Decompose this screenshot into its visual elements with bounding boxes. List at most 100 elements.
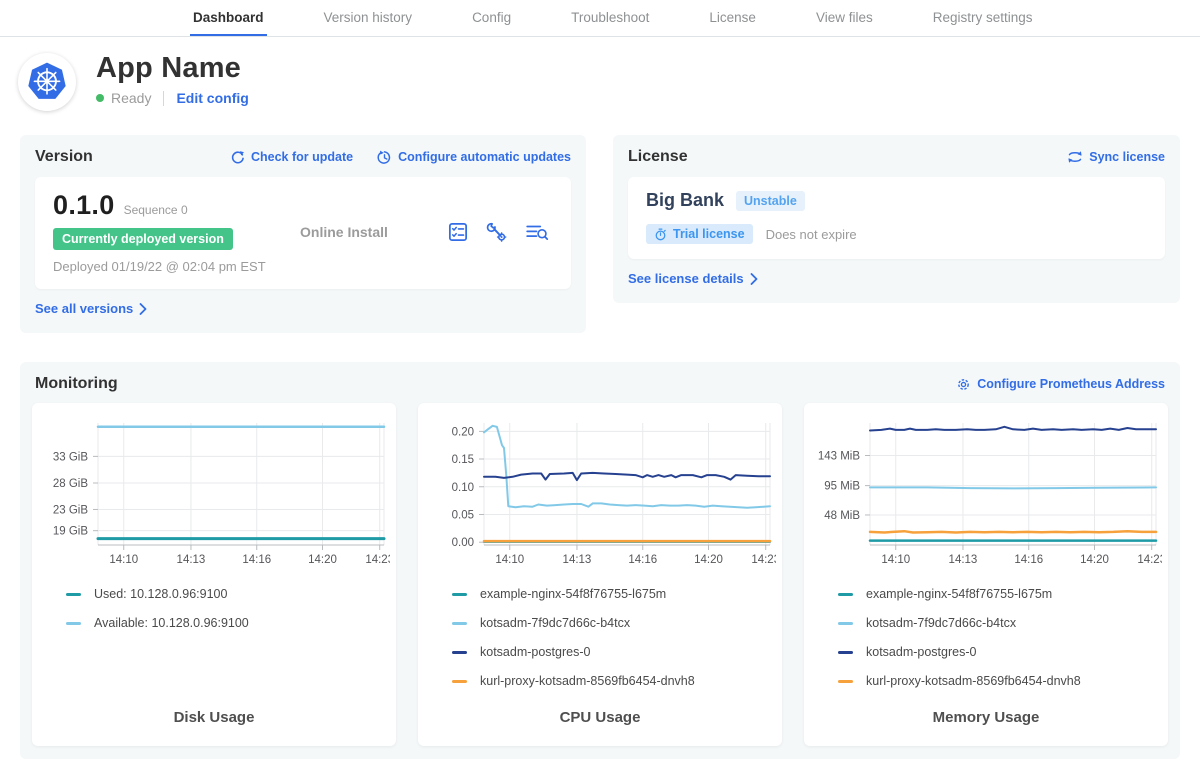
- divider: [163, 91, 164, 106]
- charts-row: 14:1014:1314:1614:2014:2319 GiB23 GiB28 …: [27, 403, 1173, 746]
- channel-badge: Unstable: [736, 191, 805, 211]
- chevron-right-icon: [750, 273, 758, 285]
- deployed-timestamp: Deployed 01/19/22 @ 02:04 pm EST: [53, 259, 288, 274]
- chart-card-disk-usage: 14:1014:1314:1614:2014:2319 GiB23 GiB28 …: [32, 403, 396, 746]
- chart-card-cpu-usage: 14:1014:1314:1614:2014:230.000.050.100.1…: [418, 403, 782, 746]
- legend-label: kurl-proxy-kotsadm-8569fb6454-dnvh8: [480, 674, 695, 688]
- sync-arrows-icon: [1067, 150, 1083, 164]
- series-line-kotsadm-postgres-0: [870, 427, 1156, 431]
- view-logs-icon[interactable]: [525, 221, 549, 243]
- check-for-update-link[interactable]: Check for update: [230, 150, 353, 165]
- tab-view-files[interactable]: View files: [813, 0, 876, 36]
- preflight-checks-icon[interactable]: [447, 221, 469, 243]
- legend-swatch: [452, 651, 467, 654]
- chart-title-cpu-usage: CPU Usage: [424, 691, 776, 734]
- svg-text:14:10: 14:10: [881, 554, 910, 566]
- legend-swatch: [452, 622, 467, 625]
- legend-swatch: [66, 622, 81, 625]
- svg-text:0.05: 0.05: [452, 510, 474, 522]
- legend-label: kotsadm-postgres-0: [480, 645, 590, 659]
- chart-plot-disk-usage: 14:1014:1314:1614:2014:2319 GiB23 GiB28 …: [38, 413, 390, 573]
- currently-deployed-badge: Currently deployed version: [53, 228, 233, 250]
- series-line-kotsadm-7f9dc7d66c-b4tcx: [484, 426, 770, 508]
- install-type-label: Online Install: [288, 224, 447, 240]
- legend-item-kotsadm-postgres-0: kotsadm-postgres-0: [452, 645, 776, 659]
- kubernetes-app-icon: [18, 53, 76, 111]
- svg-text:14:23: 14:23: [751, 554, 776, 566]
- legend-label: kotsadm-postgres-0: [866, 645, 976, 659]
- configure-automatic-updates-link[interactable]: Configure automatic updates: [377, 150, 571, 165]
- svg-text:14:13: 14:13: [563, 554, 592, 566]
- edit-config-link[interactable]: Edit config: [176, 90, 248, 106]
- chart-title-disk-usage: Disk Usage: [38, 691, 390, 734]
- legend-swatch: [838, 651, 853, 654]
- legend-swatch: [838, 680, 853, 683]
- svg-text:95 MiB: 95 MiB: [824, 481, 860, 493]
- legend-swatch: [452, 593, 467, 596]
- see-license-details-link[interactable]: See license details: [628, 271, 758, 286]
- legend-item-kurl-proxy-kotsadm-8569fb6454-dnvh8: kurl-proxy-kotsadm-8569fb6454-dnvh8: [838, 674, 1162, 688]
- svg-text:14:16: 14:16: [628, 554, 657, 566]
- legend-label: Used: 10.128.0.96:9100: [94, 587, 227, 601]
- tab-version-history[interactable]: Version history: [321, 0, 416, 36]
- legend-item-available-10-128-0-96-9100: Available: 10.128.0.96:9100: [66, 616, 390, 630]
- kubernetes-logo-icon: [24, 59, 70, 105]
- svg-text:0.00: 0.00: [452, 537, 474, 549]
- svg-text:14:10: 14:10: [109, 554, 138, 566]
- legend-label: example-nginx-54f8f76755-l675m: [480, 587, 666, 601]
- license-heading: License: [628, 148, 688, 166]
- chart-legend: example-nginx-54f8f76755-l675m kotsadm-7f…: [452, 587, 776, 688]
- tab-config[interactable]: Config: [469, 0, 514, 36]
- legend-item-example-nginx-54f8f76755-l675m: example-nginx-54f8f76755-l675m: [838, 587, 1162, 601]
- monitoring-panel: Monitoring Configure Prometheus Address …: [20, 362, 1180, 759]
- clock-refresh-icon: [377, 150, 392, 165]
- svg-text:14:20: 14:20: [308, 554, 337, 566]
- series-line-kurl-proxy-kotsadm-8569fb6454-dnvh8: [870, 531, 1156, 532]
- status-text: Ready: [111, 90, 151, 106]
- see-all-versions-link[interactable]: See all versions: [35, 301, 147, 316]
- legend-label: kurl-proxy-kotsadm-8569fb6454-dnvh8: [866, 674, 1081, 688]
- current-version-card: 0.1.0 Sequence 0 Currently deployed vers…: [35, 177, 571, 289]
- tab-registry-settings[interactable]: Registry settings: [930, 0, 1036, 36]
- svg-text:19 GiB: 19 GiB: [53, 526, 88, 538]
- chart-title-memory-usage: Memory Usage: [810, 691, 1162, 734]
- legend-item-kurl-proxy-kotsadm-8569fb6454-dnvh8: kurl-proxy-kotsadm-8569fb6454-dnvh8: [452, 674, 776, 688]
- status-dot: [96, 94, 104, 102]
- tab-troubleshoot[interactable]: Troubleshoot: [568, 0, 652, 36]
- svg-text:14:20: 14:20: [1080, 554, 1109, 566]
- chart-plot-cpu-usage: 14:1014:1314:1614:2014:230.000.050.100.1…: [424, 413, 776, 573]
- chart-legend: example-nginx-54f8f76755-l675m kotsadm-7f…: [838, 587, 1162, 688]
- chart-plot-memory-usage: 14:1014:1314:1614:2014:2348 MiB95 MiB143…: [810, 413, 1162, 573]
- gear-icon: [956, 377, 971, 392]
- legend-swatch: [66, 593, 81, 596]
- legend-label: example-nginx-54f8f76755-l675m: [866, 587, 1052, 601]
- svg-text:143 MiB: 143 MiB: [818, 451, 861, 463]
- tab-dashboard[interactable]: Dashboard: [190, 0, 267, 36]
- stopwatch-icon: [654, 228, 667, 241]
- expiry-text: Does not expire: [766, 227, 857, 242]
- svg-text:28 GiB: 28 GiB: [53, 478, 88, 490]
- version-heading: Version: [35, 148, 93, 166]
- chart-legend: Used: 10.128.0.96:9100 Available: 10.128.…: [66, 587, 390, 630]
- legend-label: Available: 10.128.0.96:9100: [94, 616, 249, 630]
- legend-item-used-10-128-0-96-9100: Used: 10.128.0.96:9100: [66, 587, 390, 601]
- tab-license[interactable]: License: [706, 0, 759, 36]
- page-title: App Name: [96, 53, 249, 83]
- legend-item-kotsadm-7f9dc7d66c-b4tcx: kotsadm-7f9dc7d66c-b4tcx: [452, 616, 776, 630]
- app-header: App Name Ready Edit config: [20, 53, 1180, 111]
- series-line-kotsadm-7f9dc7d66c-b4tcx: [870, 487, 1156, 488]
- configure-prometheus-link[interactable]: Configure Prometheus Address: [956, 377, 1165, 392]
- config-wrench-icon[interactable]: [486, 221, 508, 243]
- version-sequence: Sequence 0: [124, 203, 188, 217]
- legend-swatch: [838, 622, 853, 625]
- legend-label: kotsadm-7f9dc7d66c-b4tcx: [866, 616, 1016, 630]
- license-panel: License Sync license Big Bank Unstable: [613, 135, 1180, 303]
- legend-item-example-nginx-54f8f76755-l675m: example-nginx-54f8f76755-l675m: [452, 587, 776, 601]
- legend-label: kotsadm-7f9dc7d66c-b4tcx: [480, 616, 630, 630]
- version-number: 0.1.0: [53, 190, 115, 221]
- svg-text:14:23: 14:23: [365, 554, 390, 566]
- sync-license-link[interactable]: Sync license: [1067, 150, 1165, 164]
- chevron-right-icon: [139, 303, 147, 315]
- chart-card-memory-usage: 14:1014:1314:1614:2014:2348 MiB95 MiB143…: [804, 403, 1168, 746]
- svg-text:14:23: 14:23: [1137, 554, 1162, 566]
